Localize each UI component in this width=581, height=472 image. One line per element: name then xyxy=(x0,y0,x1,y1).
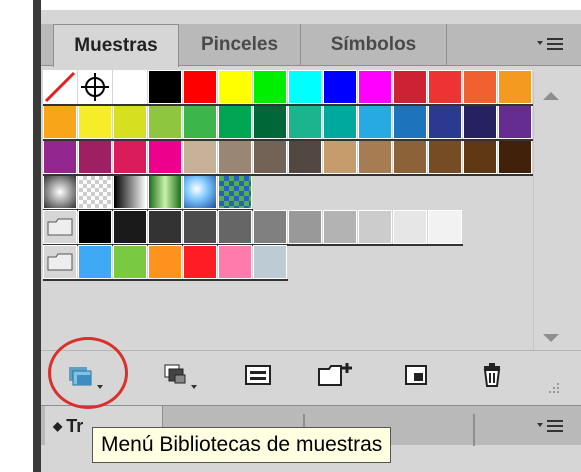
color-swatch[interactable] xyxy=(463,70,497,104)
color-swatch[interactable] xyxy=(78,140,112,174)
color-swatch[interactable] xyxy=(218,210,252,244)
frame-left-edge xyxy=(33,0,41,472)
color-swatch[interactable] xyxy=(428,70,462,104)
color-group-folder-icon[interactable] xyxy=(43,210,77,244)
panel-menu-icon[interactable] xyxy=(537,36,567,57)
color-swatch[interactable] xyxy=(113,105,147,139)
color-swatch[interactable] xyxy=(358,210,392,244)
color-swatch[interactable] xyxy=(288,140,322,174)
row-separator xyxy=(43,139,533,141)
color-swatch[interactable] xyxy=(218,70,252,104)
color-swatch[interactable] xyxy=(148,140,182,174)
gradient-swatch[interactable] xyxy=(183,175,217,209)
color-swatch[interactable] xyxy=(393,210,427,244)
color-swatch[interactable] xyxy=(253,210,287,244)
swatch-options-icon[interactable] xyxy=(243,361,273,389)
color-swatch[interactable] xyxy=(498,70,532,104)
color-swatch[interactable] xyxy=(78,245,112,279)
row-separator xyxy=(43,104,533,106)
color-swatch[interactable] xyxy=(183,140,217,174)
show-swatch-kinds-icon[interactable] xyxy=(159,361,203,389)
color-swatch[interactable] xyxy=(358,140,392,174)
color-swatch[interactable] xyxy=(393,140,427,174)
tab-divider xyxy=(473,414,475,446)
group-border xyxy=(43,279,288,281)
row-separator xyxy=(43,174,533,176)
scrollbar[interactable] xyxy=(533,72,567,350)
color-swatch[interactable] xyxy=(78,210,112,244)
tab-simbolos[interactable]: Símbolos xyxy=(301,24,447,66)
color-swatch[interactable] xyxy=(113,70,147,104)
tab-pinceles[interactable]: Pinceles xyxy=(179,24,301,66)
highlight-circle xyxy=(48,337,128,409)
color-swatch[interactable] xyxy=(498,140,532,174)
scroll-up-arrow-icon[interactable] xyxy=(543,92,559,100)
panel-tab-bar: Muestras Pinceles Símbolos xyxy=(41,24,581,67)
gradient-swatch[interactable] xyxy=(218,175,252,209)
color-swatch[interactable] xyxy=(253,105,287,139)
color-swatch[interactable] xyxy=(323,140,357,174)
new-swatch-icon[interactable] xyxy=(401,361,431,389)
color-swatch[interactable] xyxy=(358,70,392,104)
gradient-swatch[interactable] xyxy=(113,175,147,209)
color-swatch[interactable] xyxy=(428,105,462,139)
color-swatch[interactable] xyxy=(288,70,322,104)
color-swatch[interactable] xyxy=(183,105,217,139)
color-swatch[interactable] xyxy=(218,140,252,174)
color-swatch[interactable] xyxy=(253,70,287,104)
color-swatch[interactable] xyxy=(218,245,252,279)
new-color-group-icon[interactable] xyxy=(317,361,357,389)
delete-swatch-icon[interactable] xyxy=(477,361,507,389)
tooltip: Menú Bibliotecas de muestras xyxy=(92,427,392,463)
color-swatch[interactable] xyxy=(183,245,217,279)
color-swatch[interactable] xyxy=(43,140,77,174)
color-swatch[interactable] xyxy=(183,210,217,244)
color-swatch[interactable] xyxy=(463,140,497,174)
collapse-arrows-icon: ◆ xyxy=(53,419,63,433)
scroll-down-arrow-icon[interactable] xyxy=(543,334,559,342)
panel-menu-icon[interactable] xyxy=(537,418,567,439)
gradient-swatch[interactable] xyxy=(148,175,182,209)
none-swatch[interactable] xyxy=(43,70,77,104)
color-swatch[interactable] xyxy=(253,245,287,279)
color-swatch[interactable] xyxy=(498,105,532,139)
color-swatch[interactable] xyxy=(288,210,322,244)
registration-swatch[interactable] xyxy=(78,70,112,104)
resize-grip-icon[interactable] xyxy=(543,381,563,397)
color-swatch[interactable] xyxy=(113,245,147,279)
gradient-swatch[interactable] xyxy=(78,175,112,209)
gradient-swatch[interactable] xyxy=(43,175,77,209)
color-swatch[interactable] xyxy=(113,210,147,244)
color-swatch[interactable] xyxy=(393,105,427,139)
tab-muestras[interactable]: Muestras xyxy=(53,24,179,67)
color-swatch[interactable] xyxy=(393,70,427,104)
color-swatch[interactable] xyxy=(288,105,322,139)
color-swatch[interactable] xyxy=(323,105,357,139)
color-swatch[interactable] xyxy=(148,105,182,139)
color-swatch[interactable] xyxy=(148,70,182,104)
swatch-grid xyxy=(43,70,533,348)
color-swatch[interactable] xyxy=(113,140,147,174)
color-swatch[interactable] xyxy=(218,105,252,139)
color-swatch[interactable] xyxy=(183,70,217,104)
color-swatch[interactable] xyxy=(358,105,392,139)
color-swatch[interactable] xyxy=(43,105,77,139)
color-swatch[interactable] xyxy=(428,210,462,244)
color-swatch[interactable] xyxy=(428,140,462,174)
color-swatch[interactable] xyxy=(253,140,287,174)
color-swatch[interactable] xyxy=(323,70,357,104)
color-swatch[interactable] xyxy=(78,105,112,139)
color-swatch[interactable] xyxy=(323,210,357,244)
color-group-folder-icon[interactable] xyxy=(43,245,77,279)
color-swatch[interactable] xyxy=(148,210,182,244)
tab-second-panel-label: Tr xyxy=(66,415,84,436)
color-swatch[interactable] xyxy=(463,105,497,139)
color-swatch[interactable] xyxy=(148,245,182,279)
